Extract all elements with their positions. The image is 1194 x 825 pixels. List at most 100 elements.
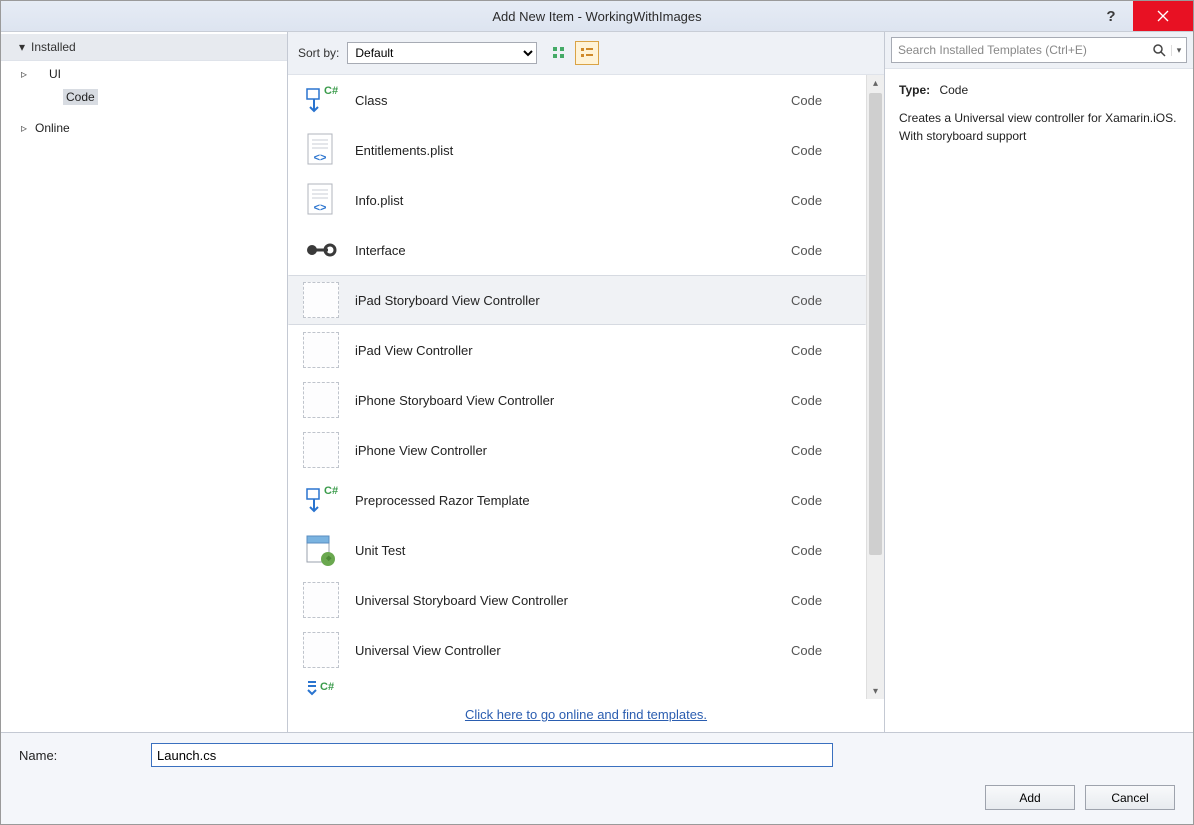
tree-header-label: Installed — [31, 40, 76, 54]
template-item[interactable]: iPhone View ControllerCode — [288, 425, 866, 475]
template-item[interactable]: InterfaceCode — [288, 225, 866, 275]
scroll-thumb[interactable] — [869, 93, 882, 555]
template-name: Entitlements.plist — [355, 143, 791, 158]
scroll-up-icon[interactable]: ▴ — [867, 75, 884, 91]
search-options-dropdown[interactable]: ▾ — [1171, 45, 1186, 56]
template-name: iPhone Storyboard View Controller — [355, 393, 791, 408]
template-category: Code — [791, 193, 851, 208]
template-list-scroll[interactable]: C#ClassCode<>Entitlements.plistCode<>Inf… — [288, 75, 866, 699]
view-medium-icons-button[interactable] — [547, 41, 571, 65]
scroll-down-icon[interactable]: ▾ — [867, 683, 884, 699]
search-input[interactable] — [892, 38, 1147, 62]
info-type-label: Type: — [899, 83, 930, 97]
help-button[interactable]: ? — [1089, 1, 1133, 31]
view-controller-icon — [303, 282, 339, 318]
template-list: C#ClassCode<>Entitlements.plistCode<>Inf… — [288, 75, 866, 675]
tree-header-installed[interactable]: ▾ Installed — [1, 34, 287, 61]
template-category: Code — [791, 243, 851, 258]
template-item[interactable]: C#ClassCode — [288, 75, 866, 125]
template-name: Universal Storyboard View Controller — [355, 593, 791, 608]
add-button[interactable]: Add — [985, 785, 1075, 810]
template-item[interactable]: C#Preprocessed Razor TemplateCode — [288, 475, 866, 525]
csharp-icon: C# — [303, 482, 339, 518]
cancel-button[interactable]: Cancel — [1085, 785, 1175, 810]
template-name: iPad Storyboard View Controller — [355, 293, 791, 308]
tree-item-label: UI — [49, 67, 61, 81]
template-category: Code — [791, 643, 851, 658]
svg-text:C#: C# — [324, 485, 338, 497]
tree-item-online[interactable]: ▹Online — [1, 117, 287, 139]
template-category: Code — [791, 343, 851, 358]
svg-text:<>: <> — [314, 152, 327, 164]
info-type-row: Type: Code — [899, 81, 1179, 99]
view-controller-icon — [303, 582, 339, 618]
scrollbar[interactable]: ▴ ▾ — [866, 75, 884, 699]
collapse-icon: ▾ — [19, 40, 25, 54]
template-category: Code — [791, 393, 851, 408]
template-name: Info.plist — [355, 193, 791, 208]
template-item[interactable]: Unit TestCode — [288, 525, 866, 575]
close-button[interactable] — [1133, 1, 1193, 31]
template-category: Code — [791, 93, 851, 108]
template-category: Code — [791, 543, 851, 558]
template-name: iPhone View Controller — [355, 443, 791, 458]
view-controller-icon — [303, 432, 339, 468]
tree-items: ▹ UICode ▹Online — [1, 61, 287, 141]
tree-item-code[interactable]: Code — [1, 85, 287, 109]
expand-icon: ▹ — [19, 67, 29, 81]
view-controller-icon — [303, 332, 339, 368]
unit-test-icon — [303, 532, 339, 568]
template-name: iPad View Controller — [355, 343, 791, 358]
grid-icon — [552, 46, 566, 60]
list-icon — [580, 46, 594, 60]
template-item[interactable]: <> Info.plistCode — [288, 175, 866, 225]
template-item[interactable]: iPhone Storyboard View ControllerCode — [288, 375, 866, 425]
template-name: Interface — [355, 243, 791, 258]
svg-text:C#: C# — [324, 85, 338, 97]
online-templates-link[interactable]: Click here to go online and find templat… — [465, 707, 707, 722]
dialog-window: Add New Item - WorkingWithImages ? ▾ Ins… — [0, 0, 1194, 825]
info-body: Type: Code Creates a Universal view cont… — [885, 69, 1193, 157]
search-row: ▾ — [885, 32, 1193, 69]
online-link-row: Click here to go online and find templat… — [288, 699, 884, 732]
csharp-icon: C# — [303, 82, 339, 118]
plist-doc-icon: <> — [303, 182, 339, 218]
view-small-icons-button[interactable] — [575, 41, 599, 65]
template-item-partial[interactable]: C# — [288, 675, 866, 699]
view-controller-icon — [303, 632, 339, 668]
info-description: Creates a Universal view controller for … — [899, 109, 1179, 145]
tree-item-label: Code — [63, 89, 98, 105]
template-category: Code — [791, 293, 851, 308]
search-box: ▾ — [891, 37, 1187, 63]
info-type-value: Code — [939, 83, 968, 97]
template-category: Code — [791, 443, 851, 458]
search-icon[interactable] — [1147, 43, 1171, 57]
template-item[interactable]: iPad View ControllerCode — [288, 325, 866, 375]
name-label: Name: — [19, 748, 139, 763]
template-item[interactable]: iPad Storyboard View ControllerCode — [288, 275, 866, 325]
svg-text:<>: <> — [314, 202, 327, 214]
category-tree-panel: ▾ Installed ▹ UICode ▹Online — [1, 32, 288, 732]
window-title: Add New Item - WorkingWithImages — [1, 9, 1193, 24]
interface-icon — [303, 232, 339, 268]
sort-label: Sort by: — [298, 46, 339, 60]
tree-item-ui[interactable]: ▹ UI — [1, 63, 287, 85]
content-area: ▾ Installed ▹UICode▹Online Sort by: Defa… — [1, 32, 1193, 732]
dialog-buttons: Add Cancel — [19, 785, 1175, 810]
template-name: Unit Test — [355, 543, 791, 558]
view-controller-icon — [303, 382, 339, 418]
template-item[interactable]: Universal View ControllerCode — [288, 625, 866, 675]
template-item[interactable]: Universal Storyboard View ControllerCode — [288, 575, 866, 625]
template-list-panel: Sort by: Default — [288, 32, 885, 732]
svg-text:C#: C# — [320, 681, 334, 693]
name-input[interactable] — [151, 743, 833, 767]
info-panel: ▾ Type: Code Creates a Universal view co… — [885, 32, 1193, 732]
window-controls: ? — [1089, 1, 1193, 31]
expand-icon: ▹ — [19, 121, 29, 135]
template-item[interactable]: <> Entitlements.plistCode — [288, 125, 866, 175]
template-category: Code — [791, 143, 851, 158]
template-name: Preprocessed Razor Template — [355, 493, 791, 508]
template-list-wrap: C#ClassCode<>Entitlements.plistCode<>Inf… — [288, 75, 884, 699]
template-name: Universal View Controller — [355, 643, 791, 658]
sort-dropdown[interactable]: Default — [347, 42, 537, 64]
